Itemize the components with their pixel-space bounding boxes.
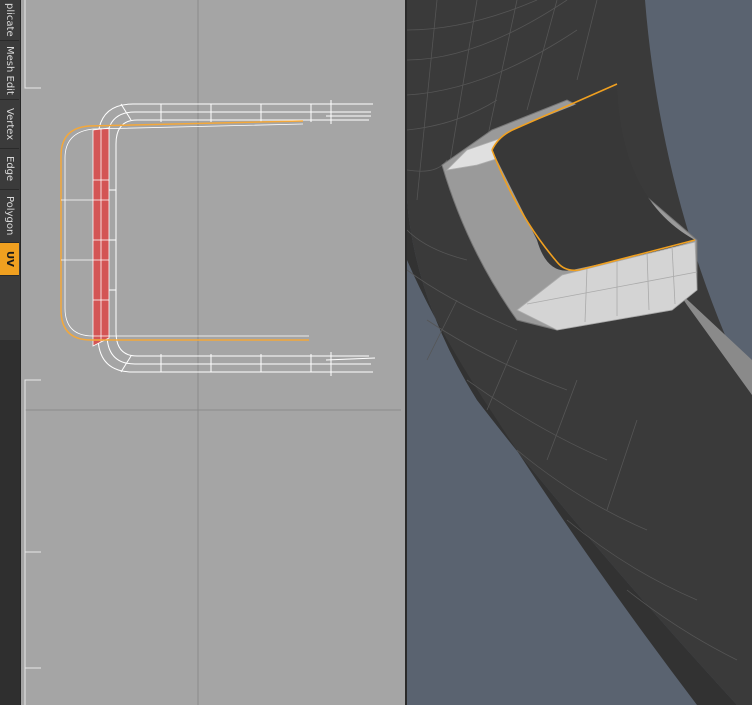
- tab-uv[interactable]: UV: [0, 243, 19, 276]
- tab-label: Edge: [4, 156, 15, 182]
- perspective-3d-viewport[interactable]: [407, 0, 752, 705]
- tab-vertex[interactable]: Vertex: [0, 100, 19, 149]
- uv-grid: [25, 0, 401, 705]
- uv-editor-viewport[interactable]: [21, 0, 405, 705]
- tab-duplicate[interactable]: plicate: [0, 0, 19, 41]
- toolbar-empty-area: [0, 340, 20, 705]
- tab-label: UV: [4, 251, 15, 267]
- tab-label: Vertex: [4, 107, 15, 141]
- uv-island-outer-band: [97, 100, 376, 376]
- tab-mesh-edit[interactable]: Mesh Edit: [0, 41, 19, 100]
- ruler-ticks: [24, 0, 41, 705]
- tab-label: Polygon: [4, 196, 15, 236]
- tab-polygon[interactable]: Polygon: [0, 190, 19, 243]
- left-tool-tabs: plicate Mesh Edit Vertex Edge Polygon UV: [0, 0, 21, 705]
- tab-label: Mesh Edit: [4, 45, 15, 95]
- tab-edge[interactable]: Edge: [0, 149, 19, 190]
- tab-label: plicate: [4, 3, 15, 37]
